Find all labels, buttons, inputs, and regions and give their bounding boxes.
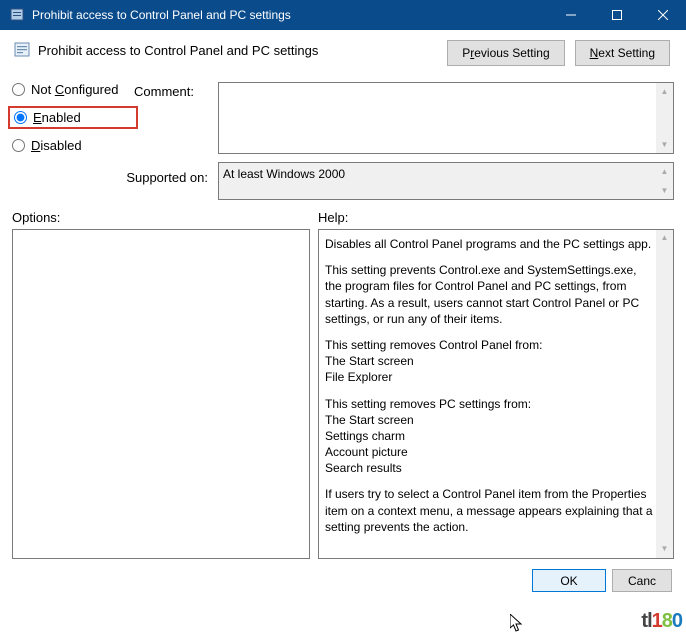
enabled-highlight: Enabled [8, 106, 138, 129]
scroll-up-icon: ▲ [656, 163, 673, 180]
radio-not-configured[interactable]: Not Configured [12, 82, 134, 97]
cursor-icon [510, 614, 526, 634]
radio-enabled-input[interactable] [14, 111, 27, 124]
help-text: Disables all Control Panel programs and … [325, 236, 655, 252]
radio-disabled-input[interactable] [12, 139, 25, 152]
scroll-down-icon[interactable]: ▼ [656, 541, 673, 558]
window-title: Prohibit access to Control Panel and PC … [32, 8, 548, 22]
help-label: Help: [318, 210, 348, 225]
radio-enabled[interactable]: Enabled [14, 110, 132, 125]
help-text: If users try to select a Control Panel i… [325, 486, 655, 535]
radio-not-configured-input[interactable] [12, 83, 25, 96]
page-heading: Prohibit access to Control Panel and PC … [38, 43, 318, 58]
supported-on-label: Supported on: [12, 170, 208, 185]
help-text: This setting removes Control Panel from: [325, 337, 655, 353]
help-text: The Start screen [325, 353, 655, 369]
help-text: Settings charm [325, 428, 655, 444]
help-text: This setting prevents Control.exe and Sy… [325, 262, 655, 327]
maximize-button[interactable] [594, 0, 640, 30]
help-panel[interactable]: Disables all Control Panel programs and … [318, 229, 674, 559]
ok-button[interactable]: OK [532, 569, 606, 592]
scroll-down-icon: ▼ [656, 182, 673, 199]
options-panel [12, 229, 310, 559]
comment-label: Comment: [134, 84, 218, 99]
next-setting-button[interactable]: Next Setting [575, 40, 670, 66]
comment-scrollbar[interactable]: ▲ ▼ [656, 83, 673, 153]
policy-icon [12, 40, 32, 60]
help-text: File Explorer [325, 369, 655, 385]
scroll-up-icon[interactable]: ▲ [656, 83, 673, 100]
scroll-up-icon[interactable]: ▲ [656, 230, 673, 247]
radio-disabled[interactable]: Disabled [12, 138, 134, 153]
minimize-button[interactable] [548, 0, 594, 30]
cancel-button[interactable]: Canc [612, 569, 672, 592]
previous-setting-button[interactable]: Previous Setting [447, 40, 564, 66]
supported-scrollbar: ▲ ▼ [656, 163, 673, 199]
help-text: The Start screen [325, 412, 655, 428]
scroll-down-icon[interactable]: ▼ [656, 136, 673, 153]
title-bar: Prohibit access to Control Panel and PC … [0, 0, 686, 30]
close-button[interactable] [640, 0, 686, 30]
options-label: Options: [12, 210, 306, 225]
help-text: Search results [325, 460, 655, 476]
comment-textarea[interactable]: ▲ ▼ [218, 82, 674, 154]
help-scrollbar[interactable]: ▲ ▼ [656, 230, 673, 558]
app-icon [8, 6, 26, 24]
help-text: Account picture [325, 444, 655, 460]
help-text: This setting removes PC settings from: [325, 396, 655, 412]
supported-on-field: At least Windows 2000 ▲ ▼ [218, 162, 674, 200]
watermark: tl180 [641, 610, 682, 633]
